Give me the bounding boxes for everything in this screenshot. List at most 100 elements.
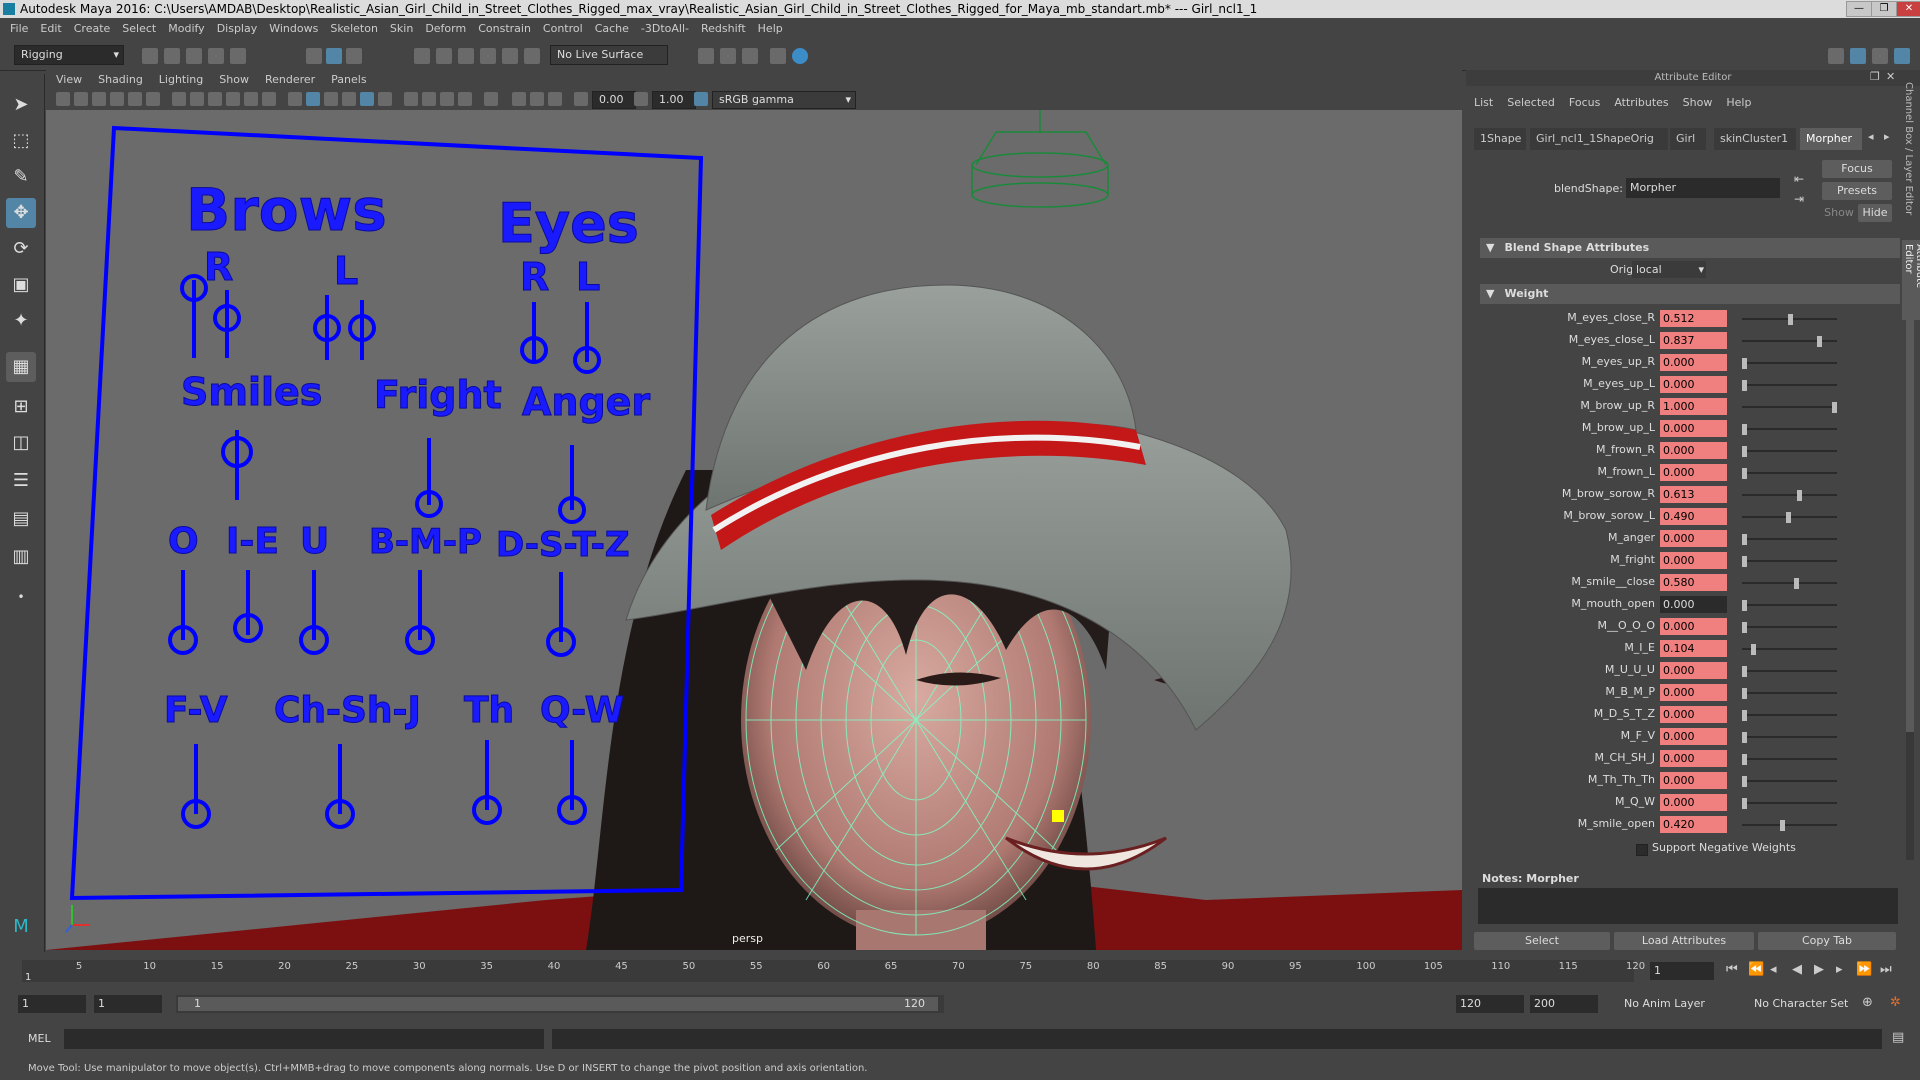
- ambient-occlusion-icon[interactable]: [422, 92, 436, 106]
- use-all-lights-icon[interactable]: [378, 92, 392, 106]
- weight-slider-handle[interactable]: [1794, 578, 1799, 589]
- weight-value-field[interactable]: 0.000: [1660, 772, 1727, 789]
- grease-pencil-icon[interactable]: [146, 92, 160, 106]
- graph-layout-icon[interactable]: ▤: [6, 504, 36, 534]
- go-to-start-icon[interactable]: ⏮: [1726, 962, 1738, 977]
- play-forward-icon[interactable]: ▶: [1814, 962, 1824, 977]
- weight-slider-handle[interactable]: [1742, 556, 1747, 567]
- channel-box-toggle-icon[interactable]: [1894, 48, 1910, 64]
- textured-icon[interactable]: [360, 92, 374, 106]
- weight-slider-handle[interactable]: [1786, 512, 1791, 523]
- weight-value-field[interactable]: 0.000: [1660, 596, 1727, 613]
- weight-value-field[interactable]: 0.420: [1660, 816, 1727, 833]
- menu-deform[interactable]: Deform: [425, 22, 466, 35]
- weight-value-field[interactable]: 0.000: [1660, 728, 1727, 745]
- two-pane-layout-icon[interactable]: ◫: [6, 428, 36, 458]
- weight-slider-track[interactable]: [1742, 428, 1837, 430]
- select-tool-icon[interactable]: ➤: [6, 90, 36, 120]
- weight-slider-handle[interactable]: [1780, 820, 1785, 831]
- safe-action-icon[interactable]: [262, 92, 276, 106]
- weight-slider-track[interactable]: [1742, 626, 1837, 628]
- time-slider[interactable]: 5 10 15 20 25 30 35 40 45 50 55 60 65 70 75 80 85 90 95 100…: [0, 952, 1920, 988]
- weight-slider-track[interactable]: [1742, 340, 1837, 342]
- weight-slider-track[interactable]: [1742, 560, 1837, 562]
- anti-aliasing-icon[interactable]: [458, 92, 472, 106]
- weight-slider-handle[interactable]: [1797, 490, 1802, 501]
- origin-dropdown[interactable]: local ▾: [1632, 261, 1706, 278]
- close-button[interactable]: ✕: [1896, 1, 1920, 17]
- blend-shape-attributes-section[interactable]: ▼ Blend Shape Attributes: [1480, 238, 1900, 258]
- weight-slider-track[interactable]: [1742, 824, 1837, 826]
- weight-slider-track[interactable]: [1742, 362, 1837, 364]
- panel-menu-shading[interactable]: Shading: [98, 73, 143, 86]
- playback-end-field[interactable]: 120: [1456, 995, 1524, 1013]
- menu-help[interactable]: Help: [758, 22, 783, 35]
- range-bar[interactable]: 1 120: [176, 995, 944, 1013]
- focus-button[interactable]: Focus: [1822, 160, 1892, 178]
- side-tab-attribute-editor[interactable]: Attribute Editor: [1902, 240, 1920, 320]
- layout-icon[interactable]: [1828, 48, 1844, 64]
- tab-scroll-left-icon[interactable]: ◂: [1868, 130, 1874, 143]
- weight-slider-track[interactable]: [1742, 670, 1837, 672]
- menu-constrain[interactable]: Constrain: [478, 22, 531, 35]
- last-tool-icon[interactable]: ✦: [6, 306, 36, 336]
- weight-value-field[interactable]: 0.000: [1660, 794, 1727, 811]
- four-pane-layout-icon[interactable]: ⊞: [6, 392, 36, 422]
- menu-skin[interactable]: Skin: [390, 22, 413, 35]
- slider-brow-r-a[interactable]: [180, 274, 208, 358]
- gamma-field[interactable]: 1.00: [652, 91, 696, 109]
- weight-slider-handle[interactable]: [1742, 776, 1747, 787]
- shadows-icon[interactable]: [404, 92, 418, 106]
- anim-layer-dropdown[interactable]: No Anim Layer: [1620, 995, 1744, 1013]
- weight-slider-track[interactable]: [1742, 472, 1837, 474]
- weight-value-field[interactable]: 0.580: [1660, 574, 1727, 591]
- focus-node-icon[interactable]: ⇤: [1794, 172, 1804, 186]
- tab-morpher[interactable]: Morpher: [1800, 128, 1862, 150]
- weight-slider-track[interactable]: [1742, 494, 1837, 496]
- hypershade-icon[interactable]: [770, 48, 786, 64]
- character-set-dropdown[interactable]: No Character Set: [1750, 995, 1874, 1013]
- render-frame-icon[interactable]: [698, 48, 714, 64]
- grid-toggle-icon[interactable]: [172, 92, 186, 106]
- motion-blur-icon[interactable]: [440, 92, 454, 106]
- exposure-icon[interactable]: [574, 92, 588, 106]
- weight-slider-track[interactable]: [1742, 802, 1837, 804]
- ipr-render-icon[interactable]: [720, 48, 736, 64]
- menu-display[interactable]: Display: [217, 22, 258, 35]
- copy-tab-button[interactable]: Copy Tab: [1758, 932, 1896, 950]
- float-panel-icon[interactable]: ❐: [1870, 70, 1880, 83]
- weight-slider-track[interactable]: [1742, 692, 1837, 694]
- weight-slider-handle[interactable]: [1742, 446, 1747, 457]
- camera-attributes-icon[interactable]: [74, 92, 88, 106]
- snap-grid-icon[interactable]: [414, 48, 430, 64]
- weight-value-field[interactable]: 0.000: [1660, 354, 1727, 371]
- resolution-gate-icon[interactable]: [208, 92, 222, 106]
- weight-slider-track[interactable]: [1742, 736, 1837, 738]
- slider-f-v[interactable]: [181, 744, 211, 829]
- redshift-render-icon[interactable]: [792, 48, 808, 64]
- command-input[interactable]: [64, 1029, 544, 1049]
- weight-value-field[interactable]: 0.000: [1660, 420, 1727, 437]
- slider-ch-sh-j[interactable]: [325, 744, 355, 829]
- ae-menu-selected[interactable]: Selected: [1507, 96, 1555, 109]
- tab-skincluster[interactable]: skinCluster1: [1714, 128, 1796, 150]
- go-to-end-icon[interactable]: ⏭: [1880, 962, 1892, 977]
- weight-slider-track[interactable]: [1742, 714, 1837, 716]
- slider-brow-l-a[interactable]: [313, 295, 341, 360]
- snap-point-icon[interactable]: [458, 48, 474, 64]
- slider-eye-r[interactable]: [520, 302, 548, 364]
- exposure-field[interactable]: 0.00: [592, 91, 636, 109]
- two-d-pan-icon[interactable]: [128, 92, 142, 106]
- selected-locator[interactable]: [1052, 810, 1064, 822]
- save-scene-icon[interactable]: [186, 48, 202, 64]
- maximize-button[interactable]: ❐: [1871, 1, 1897, 17]
- weight-value-field[interactable]: 1.000: [1660, 398, 1727, 415]
- command-language-label[interactable]: MEL: [28, 1032, 51, 1045]
- close-panel-icon[interactable]: ✕: [1886, 70, 1895, 83]
- weight-slider-handle[interactable]: [1742, 622, 1747, 633]
- presets-button[interactable]: Presets: [1822, 182, 1892, 200]
- animation-end-field[interactable]: 200: [1530, 995, 1598, 1013]
- outliner-layout-icon[interactable]: ☰: [6, 466, 36, 496]
- perspective-viewport[interactable]: Brows Eyes Smiles Fright Anger R L R L O…: [46, 110, 1462, 950]
- menu-3dtoall[interactable]: -3DtoAll-: [641, 22, 689, 35]
